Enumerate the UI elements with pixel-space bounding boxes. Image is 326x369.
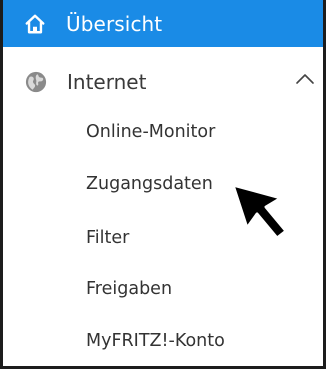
nav-item-overview[interactable]: Übersicht [3,0,323,47]
subnav-item-myfritz-konto[interactable]: MyFRITZ!-Konto [86,331,225,351]
nav-item-internet[interactable]: Internet [3,57,323,107]
subnav-item-freigaben[interactable]: Freigaben [86,279,172,299]
chevron-up-icon[interactable] [295,72,315,86]
subnav-item-filter[interactable]: Filter [86,228,129,248]
subnav-item-online-monitor[interactable]: Online-Monitor [86,122,215,142]
home-icon [25,14,45,33]
sidebar-menu: Übersicht Internet Online-Monitor Zugang… [0,0,326,369]
subnav-item-zugangsdaten[interactable]: Zugangsdaten [86,174,213,194]
nav-item-internet-label: Internet [67,70,147,94]
globe-icon [25,71,47,93]
nav-item-overview-label: Übersicht [66,11,163,36]
mouse-pointer-icon [231,183,288,240]
